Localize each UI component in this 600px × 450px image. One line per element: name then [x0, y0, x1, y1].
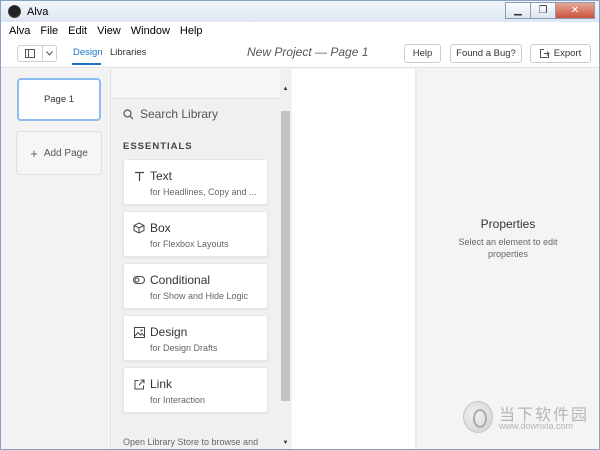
watermark-url: www.downxia.com — [499, 421, 574, 431]
panel-toggle[interactable] — [17, 45, 57, 62]
menu-help[interactable]: Help — [175, 25, 208, 37]
box-icon — [133, 222, 145, 234]
toolbar: Design Libraries New Project — Page 1 He… — [1, 40, 599, 68]
maximize-button[interactable]: ❐ — [530, 2, 556, 19]
library-item-name: Box — [150, 221, 171, 235]
menu-alva[interactable]: Alva — [1, 25, 35, 37]
plus-icon: + — [30, 145, 38, 161]
library-item-name: Link — [150, 377, 173, 391]
search-input[interactable]: Search Library — [123, 107, 218, 121]
minimize-button[interactable]: ▁ — [505, 2, 531, 19]
menu-bar: Alva File Edit View Window Help — [1, 22, 599, 40]
title-bar: Alva ▁ ❐ ✕ — [1, 1, 599, 22]
properties-title: Properties — [480, 217, 536, 231]
library-item-desc: for Flexbox Layouts — [150, 239, 229, 249]
menu-view[interactable]: View — [92, 25, 126, 37]
watermark: 当下软件园 www.downxia.com — [463, 399, 593, 439]
project-title: New Project — Page 1 — [247, 45, 369, 59]
add-page-label: Add Page — [43, 147, 88, 159]
properties-hint: Select an element to edit properties — [458, 237, 558, 259]
found-bug-button-label: Found a Bug? — [456, 48, 516, 59]
add-page-button[interactable]: + Add Page — [16, 131, 102, 175]
page-card-label: Page 1 — [43, 94, 75, 105]
image-icon — [133, 326, 145, 338]
library-header-strip — [112, 69, 280, 99]
library-panel: Search Library ESSENTIALS Text for Headl… — [112, 69, 291, 449]
watermark-logo-icon — [463, 401, 493, 433]
library-item-conditional[interactable]: Conditional for Show and Hide Logic — [123, 263, 268, 309]
page-card[interactable]: Page 1 — [17, 78, 101, 121]
menu-edit[interactable]: Edit — [63, 25, 92, 37]
library-item-text[interactable]: Text for Headlines, Copy and ... — [123, 159, 268, 205]
design-canvas[interactable] — [292, 69, 415, 449]
toggle-icon — [133, 274, 145, 286]
library-item-box[interactable]: Box for Flexbox Layouts — [123, 211, 268, 257]
library-item-design[interactable]: Design for Design Drafts — [123, 315, 268, 361]
library-item-desc: for Design Drafts — [150, 343, 218, 353]
found-bug-button[interactable]: Found a Bug? — [450, 44, 522, 63]
library-item-link[interactable]: Link for Interaction — [123, 367, 268, 413]
section-title: ESSENTIALS — [123, 141, 193, 152]
help-button[interactable]: Help — [404, 44, 441, 63]
search-placeholder: Search Library — [140, 107, 219, 121]
export-button[interactable]: Export — [530, 44, 591, 63]
library-scrollbar[interactable]: ▲ ▼ — [280, 83, 291, 449]
library-item-name: Conditional — [150, 273, 211, 287]
library-item-name: Text — [150, 169, 173, 183]
library-store-hint: Open Library Store to browse and — [123, 437, 259, 447]
external-link-icon — [133, 378, 145, 390]
menu-window[interactable]: Window — [126, 25, 175, 37]
scroll-thumb[interactable] — [281, 111, 290, 401]
tab-design[interactable]: Design — [73, 47, 103, 58]
window-controls: ▁ ❐ ✕ — [505, 2, 595, 19]
tab-libraries[interactable]: Libraries — [110, 47, 146, 58]
close-button[interactable]: ✕ — [555, 2, 595, 19]
library-item-desc: for Interaction — [150, 395, 206, 405]
scroll-down-arrow-icon[interactable]: ▼ — [280, 437, 291, 449]
active-tab-indicator — [72, 63, 101, 65]
export-button-label: Export — [553, 48, 582, 59]
properties-panel: Properties Select an element to edit pro… — [417, 69, 599, 449]
text-icon — [133, 170, 145, 182]
library-item-name: Design — [150, 325, 188, 339]
search-icon — [123, 108, 134, 119]
sidebar-layout-icon[interactable] — [18, 46, 42, 61]
scroll-up-arrow-icon[interactable]: ▲ — [280, 83, 291, 95]
pages-panel: Page 1 + Add Page — [1, 69, 111, 449]
chevron-down-icon[interactable] — [42, 46, 56, 61]
app-logo-icon — [8, 5, 21, 18]
export-icon — [539, 49, 550, 58]
window-title: Alva — [27, 5, 49, 18]
app-window: Alva ▁ ❐ ✕ Alva File Edit View Window He… — [0, 0, 600, 450]
library-item-desc: for Show and Hide Logic — [150, 291, 249, 301]
library-item-desc: for Headlines, Copy and ... — [150, 187, 257, 197]
menu-file[interactable]: File — [35, 25, 63, 37]
help-button-label: Help — [412, 48, 433, 59]
